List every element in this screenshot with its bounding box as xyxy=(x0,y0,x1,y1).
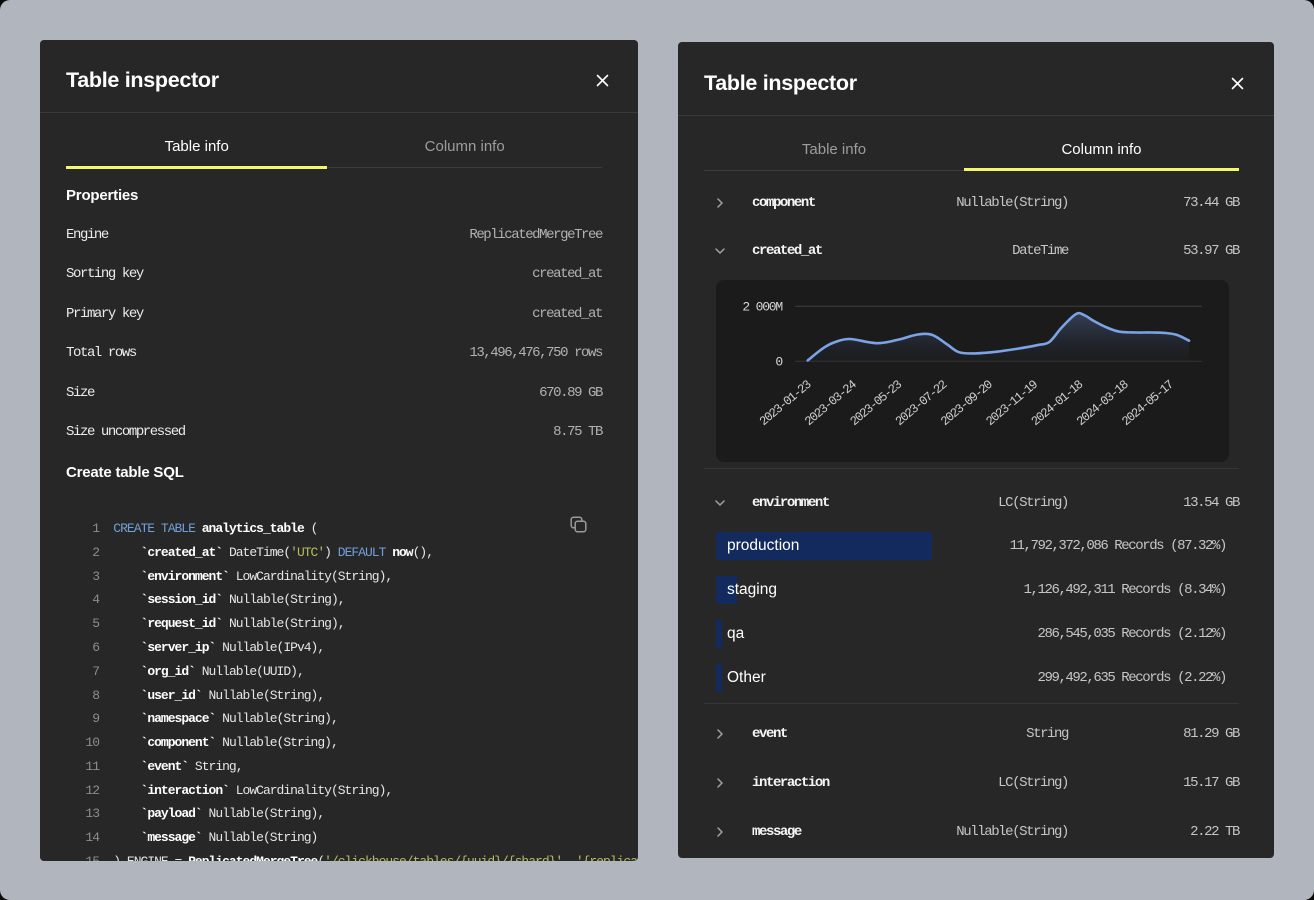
svg-text:2 000M: 2 000M xyxy=(742,300,782,315)
svg-text:0: 0 xyxy=(775,355,782,370)
